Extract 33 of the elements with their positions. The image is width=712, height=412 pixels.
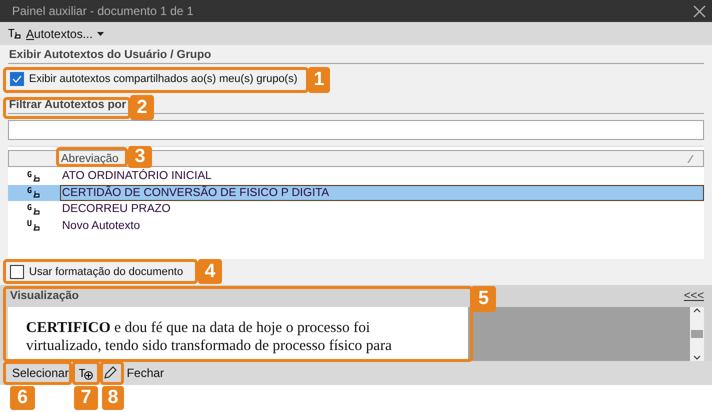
list-row[interactable]: G ATO ORDINATÓRIO INICIAL (8, 168, 704, 184)
checkbox-label: Usar formatação do documento (29, 266, 184, 278)
callout-number: 5 (471, 286, 496, 312)
checkbox[interactable] (10, 72, 24, 86)
close-button[interactable]: Fechar (122, 362, 168, 384)
autotext-menu[interactable]: T Autotextos... (8, 26, 104, 40)
scroll-up-icon[interactable] (693, 307, 701, 313)
preview-title: Visualização (10, 290, 79, 302)
callout-number: 7 (74, 386, 98, 410)
list-row[interactable]: G DECORREU PRAZO (8, 201, 704, 218)
close-icon[interactable] (693, 4, 706, 18)
checkbox-label: Exibir autotextos compartilhados ao(s) meu(s) grupo(s) (29, 72, 298, 84)
filter-field[interactable] (8, 120, 704, 140)
sort-icon (687, 154, 695, 162)
callout-number: 2 (130, 95, 154, 120)
scroll-thumb[interactable] (691, 330, 703, 338)
scrollbar[interactable] (690, 307, 704, 361)
checkbox[interactable] (10, 265, 24, 279)
callout-number: 4 (198, 259, 222, 284)
callout-number: 3 (128, 146, 152, 168)
section-title: Exibir Autotextos do Usuário / Grupo (8, 45, 704, 64)
callout-number: 8 (102, 386, 124, 410)
callout-number: 6 (10, 386, 35, 410)
new-autotext-button[interactable]: T (74, 362, 97, 384)
window-title: Painel auxiliar - documento 1 de 1 (12, 4, 194, 18)
callout-number: 1 (308, 67, 330, 93)
collapse-link[interactable]: <<< (684, 290, 704, 302)
caret-icon (96, 32, 104, 36)
list-row[interactable]: U Novo Autotexto (8, 218, 704, 234)
preview-text: CERTIFICO e dou fé que na data de hoje o processo foi virtualizado, tendo sido transformado de processo físico para (26, 319, 393, 355)
list-row[interactable]: G CERTIDÃO DE CONVERSÃO DE FISICO P DIGITA (8, 184, 704, 201)
scroll-down-icon[interactable] (693, 355, 701, 361)
select-button[interactable]: Selecionar (8, 362, 73, 384)
